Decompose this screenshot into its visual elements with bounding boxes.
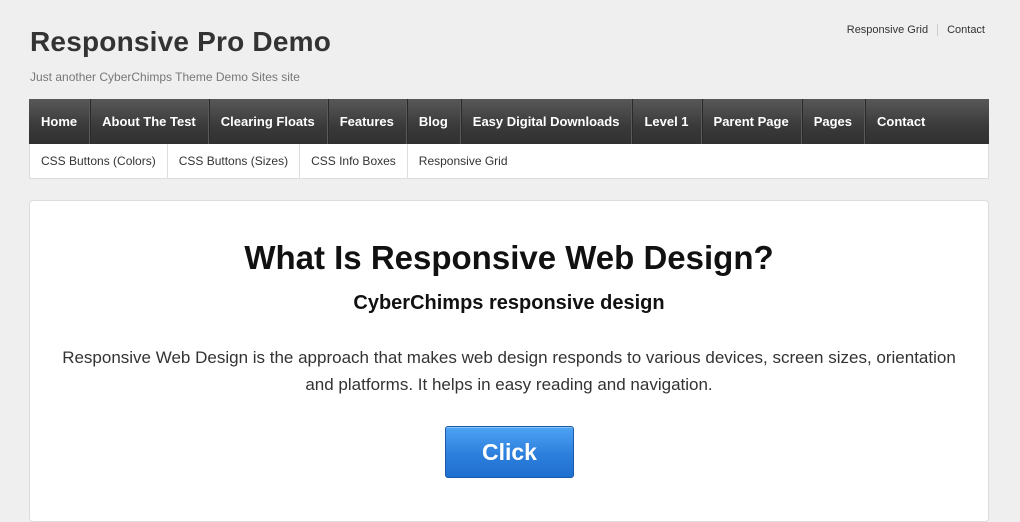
nav-item-easy-digital-downloads[interactable]: Easy Digital Downloads	[461, 99, 633, 144]
main-navigation: Home About The Test Clearing Floats Feat…	[29, 99, 989, 144]
page-subheading: CyberChimps responsive design	[353, 292, 665, 314]
content-panel: What Is Responsive Web Design? CyberChim…	[29, 200, 989, 522]
top-menu-contact[interactable]: Contact	[938, 24, 985, 36]
nav-item-clearing-floats[interactable]: Clearing Floats	[209, 99, 328, 144]
site-description: Just another CyberChimps Theme Demo Site…	[30, 70, 300, 84]
page-heading: What Is Responsive Web Design?	[244, 239, 774, 276]
subnav-item-css-buttons-sizes[interactable]: CSS Buttons (Sizes)	[168, 144, 301, 178]
nav-item-level-1[interactable]: Level 1	[632, 99, 702, 144]
nav-item-features[interactable]: Features	[328, 99, 407, 144]
nav-item-pages[interactable]: Pages	[802, 99, 865, 144]
subnav-item-responsive-grid[interactable]: Responsive Grid	[408, 144, 519, 178]
nav-item-home[interactable]: Home	[29, 99, 91, 144]
nav-item-contact[interactable]: Contact	[865, 99, 937, 144]
subnav-item-css-info-boxes[interactable]: CSS Info Boxes	[300, 144, 408, 178]
subnav-item-css-buttons-colors[interactable]: CSS Buttons (Colors)	[30, 144, 168, 178]
nav-item-about-the-test[interactable]: About The Test	[90, 99, 209, 144]
top-menu-responsive-grid[interactable]: Responsive Grid	[838, 24, 937, 36]
top-menu: Responsive Grid Contact	[838, 24, 985, 36]
site-title[interactable]: Responsive Pro Demo	[30, 26, 331, 58]
click-button[interactable]: Click	[445, 426, 574, 478]
nav-item-blog[interactable]: Blog	[407, 99, 461, 144]
intro-paragraph: Responsive Web Design is the approach th…	[62, 348, 956, 394]
sub-navigation: CSS Buttons (Colors) CSS Buttons (Sizes)…	[29, 144, 989, 179]
nav-item-parent-page[interactable]: Parent Page	[702, 99, 802, 144]
